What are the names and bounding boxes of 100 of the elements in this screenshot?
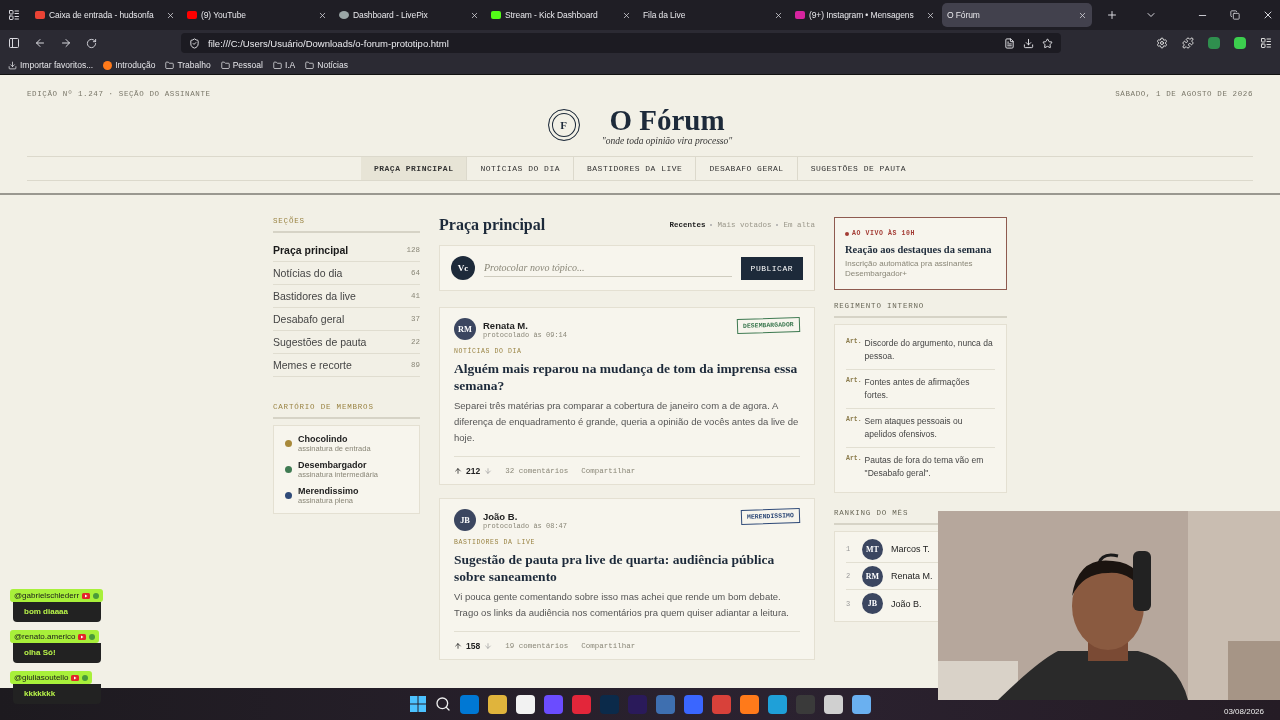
back-icon[interactable] xyxy=(34,37,46,49)
chat-username: @gabrielschlederr xyxy=(10,589,104,602)
app-icon[interactable] xyxy=(851,694,871,714)
close-icon[interactable] xyxy=(166,10,175,20)
bookmark[interactable]: I.A xyxy=(272,60,296,70)
play-icon xyxy=(78,633,87,640)
extension-icon[interactable] xyxy=(1208,37,1220,49)
author-avatar: JB xyxy=(454,509,476,531)
feed-title: Praça principal xyxy=(439,216,546,234)
browser-tab[interactable]: (9+) Instagram • Mensagens xyxy=(790,3,940,27)
close-icon[interactable] xyxy=(774,10,783,20)
bookmark[interactable]: Notícias xyxy=(305,60,348,70)
chat-message: olha Só! xyxy=(13,643,101,663)
folder-icon xyxy=(220,60,230,70)
chat-username: @renato.americo xyxy=(10,630,100,643)
publish-button[interactable]: PUBLICAR xyxy=(740,256,803,280)
post-title[interactable]: Sugestão de pauta pra live de quarta: audiência pública sobre saneamento xyxy=(454,551,800,585)
browser-tab[interactable]: O Fórum xyxy=(942,3,1092,27)
favicon-icon xyxy=(35,10,45,20)
arrow-up-icon[interactable] xyxy=(454,467,462,475)
download-icon[interactable] xyxy=(1023,37,1034,49)
chat-username: @giuliasoutello xyxy=(10,671,93,684)
live-subtitle: Inscrição automática pra assinantes Desembargador+ xyxy=(845,259,974,279)
folder-icon xyxy=(272,60,282,70)
reload-icon[interactable] xyxy=(86,37,97,49)
member-name: Desembargador xyxy=(298,460,368,470)
forward-icon[interactable] xyxy=(60,37,72,49)
new-tab-icon[interactable] xyxy=(1106,9,1118,21)
bookmark[interactable]: Trabalho xyxy=(165,60,211,70)
play-icon xyxy=(82,592,91,599)
app-icon[interactable] xyxy=(515,694,535,714)
sidebar-icon[interactable] xyxy=(8,37,20,49)
favicon-icon xyxy=(491,10,501,20)
author-name: Renata M. xyxy=(483,319,529,331)
user-avatar: Vc xyxy=(451,256,475,280)
rule-text: Sem ataques pessoais ou apelidos ofensivos. xyxy=(864,415,964,441)
topic-field[interactable]: Protocolar novo tópico... xyxy=(484,259,732,277)
restore-icon[interactable] xyxy=(1230,10,1240,20)
app-icon[interactable] xyxy=(487,694,507,714)
gear-icon[interactable] xyxy=(1156,37,1168,49)
app-icon[interactable] xyxy=(739,694,759,714)
search-icon[interactable] xyxy=(434,696,451,712)
tagline: "onde toda opinião vira processo" xyxy=(601,136,733,146)
nav-tab[interactable]: NOTÍCIAS DO DIA xyxy=(467,157,574,180)
live-dot-icon xyxy=(845,231,849,236)
nav-tab[interactable]: BASTIDORES DA LIVE xyxy=(574,157,697,180)
globe-icon xyxy=(103,60,113,70)
rule-text: Pautas de fora do tema vão em "Desabafo geral". xyxy=(864,454,985,480)
author-avatar: RM xyxy=(454,318,476,340)
nav-tab[interactable]: SUGESTÕES DE PAUTA xyxy=(797,157,920,180)
arrow-up-icon[interactable] xyxy=(454,642,462,650)
logo-seal: F xyxy=(547,109,580,141)
close-icon[interactable] xyxy=(926,10,935,20)
menu-icon[interactable] xyxy=(1260,37,1272,49)
close-icon[interactable] xyxy=(1262,9,1274,21)
star-icon[interactable] xyxy=(1042,37,1053,49)
app-icon[interactable] xyxy=(823,694,843,714)
live-title: Reação aos destaques da semana xyxy=(845,243,993,256)
nav-tab[interactable]: DESABAFO GERAL xyxy=(696,157,798,180)
tab-list-icon[interactable] xyxy=(8,9,20,21)
favicon-icon xyxy=(187,10,197,20)
favicon-icon xyxy=(339,10,349,20)
member-name: João B. xyxy=(891,598,922,609)
taskbar-date: 03/08/2026 xyxy=(1223,707,1264,716)
bookmark[interactable]: Importar favoritos... xyxy=(8,60,94,70)
reader-icon[interactable] xyxy=(1004,37,1015,49)
browser-tab[interactable]: (9) YouTube xyxy=(182,3,332,27)
browser-tab[interactable]: Fila da Live xyxy=(638,3,788,27)
shield-icon xyxy=(189,37,200,49)
composer-card[interactable]: Vc Protocolar novo tópico... PUBLICAR xyxy=(439,245,815,291)
bookmark[interactable]: Pessoal xyxy=(220,60,263,70)
browser-tab[interactable]: Dashboard - LivePix xyxy=(334,3,484,27)
start-icon[interactable] xyxy=(409,696,426,712)
close-icon[interactable] xyxy=(470,10,479,20)
badge-icon xyxy=(82,674,89,681)
nav-tab[interactable]: PRAÇA PRINCIPAL xyxy=(360,157,468,180)
address-bar[interactable]: file:///C:/Users/Usuário/Downloads/o-forum-prototipo.html xyxy=(181,33,1061,53)
chat-message: bom diaaaa xyxy=(13,602,101,622)
rule-text: Fontes antes de afirmações fortes. xyxy=(864,376,971,402)
folder-icon xyxy=(165,60,175,70)
bookmark[interactable]: Introdução xyxy=(103,60,156,70)
browser-tab[interactable]: Stream - Kick Dashboard xyxy=(486,3,636,27)
author-name: João B. xyxy=(483,510,519,522)
member-name: Renata M. xyxy=(891,571,933,581)
site-title: O Fórum xyxy=(609,104,725,136)
play-icon xyxy=(71,674,80,681)
chat-message: kkkkkkk xyxy=(13,684,101,704)
rule-text: Discorde do argumento, nunca da pessoa. xyxy=(864,337,994,363)
post-title[interactable]: Alguém mais reparou na mudança de tom da imprensa essa semana? xyxy=(454,360,800,394)
close-icon[interactable] xyxy=(622,10,631,20)
download-icon xyxy=(8,60,17,70)
close-icon[interactable] xyxy=(318,10,327,20)
member-name: Merendissimo xyxy=(298,486,359,496)
member-name: Marcos T. xyxy=(891,544,930,554)
extension-icon[interactable] xyxy=(1234,37,1246,49)
post-body: Vi pouca gente comentando sobre isso mas achei que rende um bom debate. Trago os links da audiência nos comentários pra quem quiser adiantar a leitura. xyxy=(454,590,790,620)
badge-icon xyxy=(89,633,96,640)
favicon-icon xyxy=(795,10,805,20)
browser-tab[interactable]: Caixa de entrada - hudsonfa xyxy=(30,3,180,27)
puzzle-icon[interactable] xyxy=(1182,37,1194,49)
